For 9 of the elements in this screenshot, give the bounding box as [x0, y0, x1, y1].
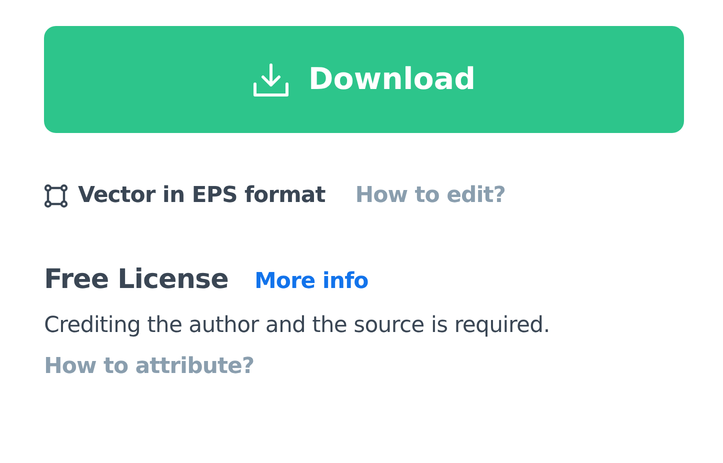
- download-button[interactable]: Download: [44, 26, 684, 133]
- how-to-attribute-link[interactable]: How to attribute?: [44, 354, 254, 379]
- license-description: Crediting the author and the source is required.: [44, 313, 550, 338]
- vector-nodes-icon: [44, 184, 68, 208]
- how-to-edit-link[interactable]: How to edit?: [355, 183, 506, 208]
- download-icon: [252, 62, 290, 98]
- format-label: Vector in EPS format: [78, 183, 326, 208]
- more-info-link[interactable]: More info: [254, 269, 368, 294]
- license-title: Free License: [44, 264, 228, 295]
